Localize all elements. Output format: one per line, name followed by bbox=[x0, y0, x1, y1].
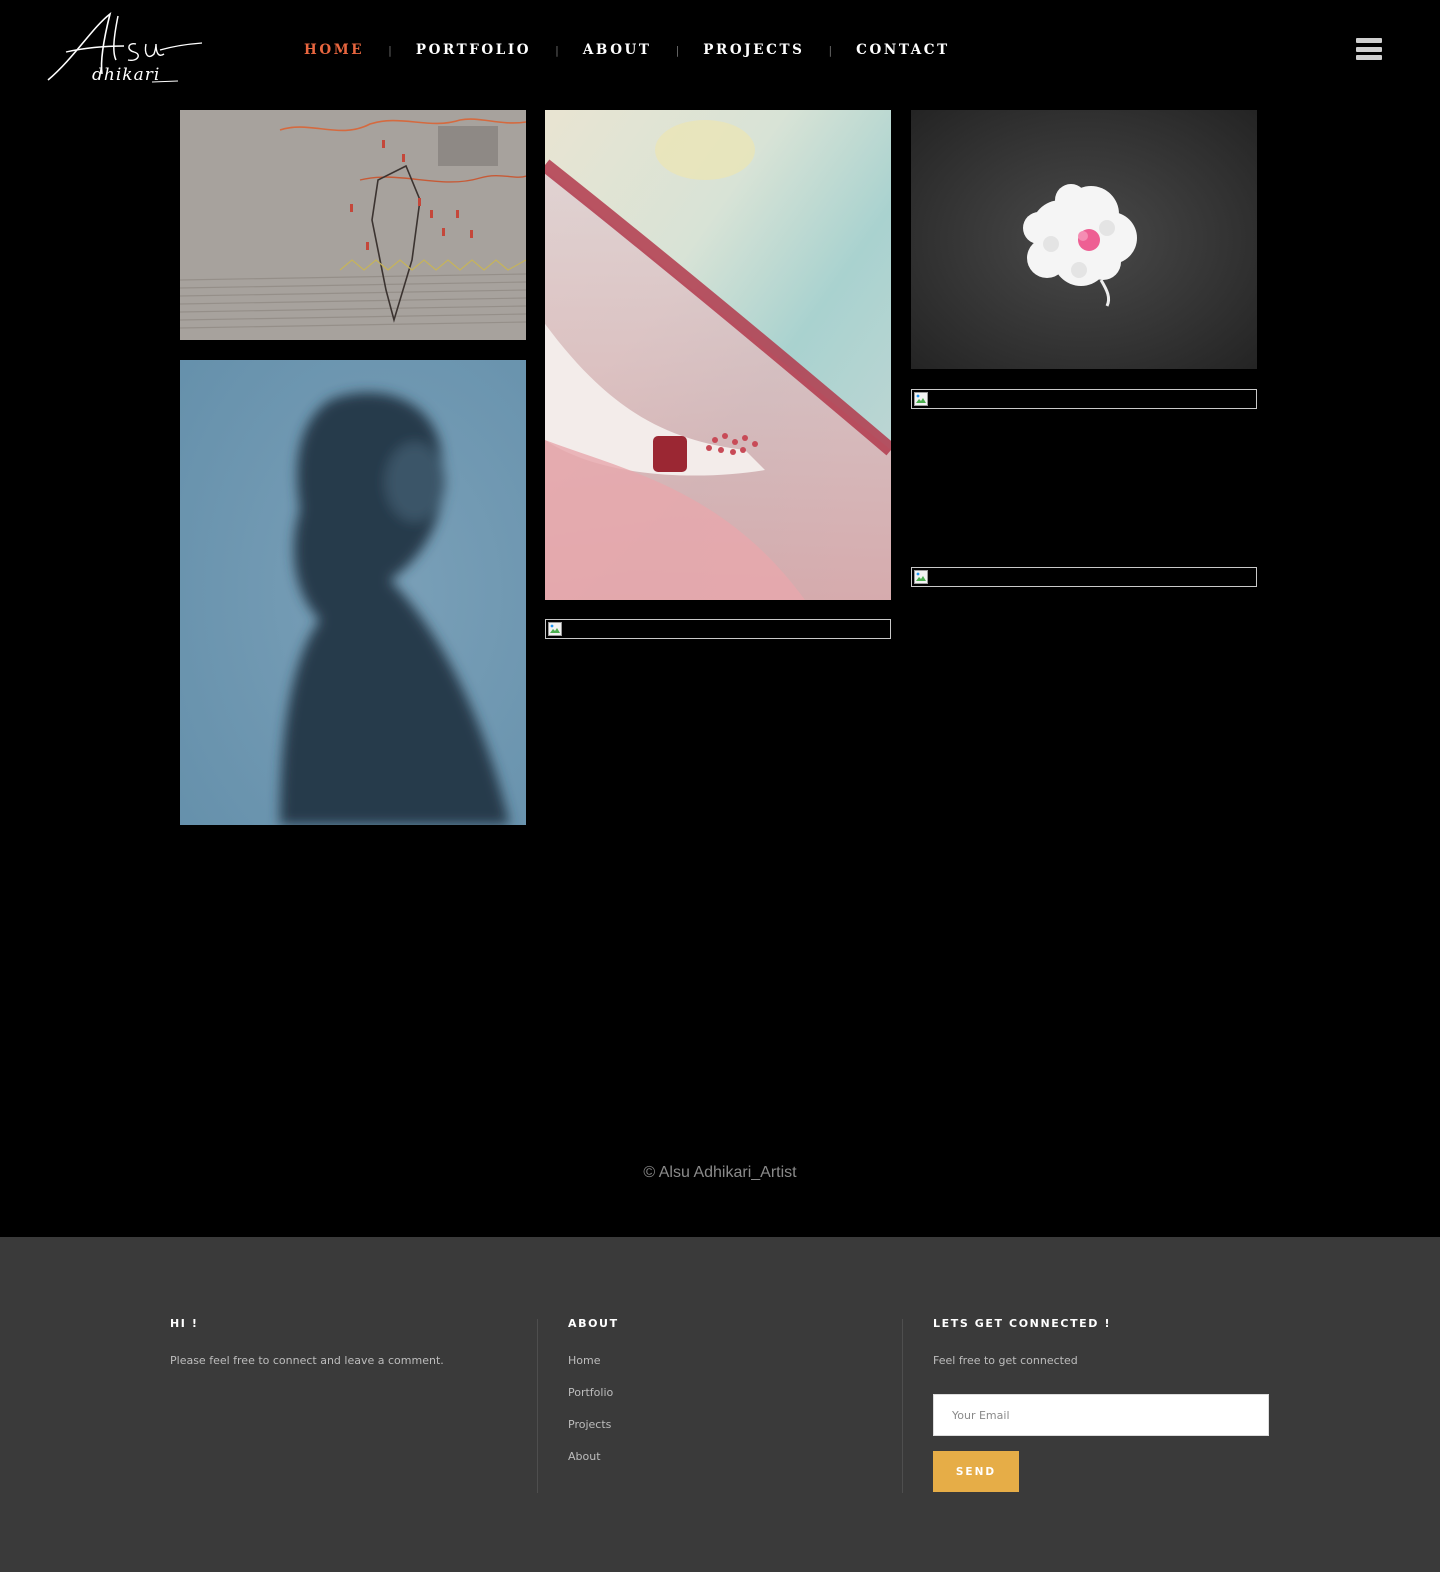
broken-image-icon bbox=[548, 622, 562, 636]
main-nav: HOME | PORTFOLIO | ABOUT | PROJECTS | CO… bbox=[304, 40, 950, 60]
site-footer: HI ! Please feel free to connect and lea… bbox=[0, 1237, 1440, 1572]
broken-image-icon bbox=[914, 570, 928, 584]
nav-about[interactable]: ABOUT bbox=[583, 42, 652, 58]
footer-heading-hi: HI ! bbox=[170, 1317, 199, 1330]
cotton-flower-artwork bbox=[911, 110, 1257, 369]
logo-signature-icon: dhikari bbox=[47, 11, 203, 85]
broken-image-icon bbox=[914, 392, 928, 406]
watercolor-artwork bbox=[545, 110, 891, 600]
portrait-artwork bbox=[180, 360, 526, 825]
footer-divider bbox=[902, 1319, 903, 1493]
footer-link-about[interactable]: About bbox=[568, 1450, 619, 1482]
gallery-image-cotton-flower[interactable] bbox=[911, 110, 1257, 369]
embroidery-artwork bbox=[180, 110, 526, 340]
nav-separator: | bbox=[675, 43, 680, 57]
site-logo[interactable]: dhikari bbox=[44, 8, 204, 88]
footer-column-hi: HI ! Please feel free to connect and lea… bbox=[170, 1317, 444, 1367]
nav-projects[interactable]: PROJECTS bbox=[703, 42, 804, 58]
email-input[interactable] bbox=[933, 1394, 1269, 1436]
footer-heading-about: ABOUT bbox=[568, 1317, 619, 1330]
gallery-image-embroidery[interactable] bbox=[180, 110, 526, 340]
footer-column-connect: LETS GET CONNECTED ! Feel free to get co… bbox=[933, 1317, 1111, 1367]
gallery-image-watercolor[interactable] bbox=[545, 110, 891, 600]
footer-link-projects[interactable]: Projects bbox=[568, 1418, 619, 1450]
footer-hi-text: Please feel free to connect and leave a … bbox=[170, 1354, 444, 1367]
gallery-image-broken[interactable] bbox=[545, 619, 891, 639]
gallery-image-portrait[interactable] bbox=[180, 360, 526, 825]
hamburger-menu-icon[interactable] bbox=[1356, 38, 1382, 60]
nav-separator: | bbox=[388, 43, 392, 57]
footer-divider bbox=[537, 1319, 538, 1493]
nav-portfolio[interactable]: PORTFOLIO bbox=[416, 42, 531, 58]
nav-contact[interactable]: CONTACT bbox=[856, 42, 950, 58]
footer-link-portfolio[interactable]: Portfolio bbox=[568, 1386, 619, 1418]
footer-connect-text: Feel free to get connected bbox=[933, 1354, 1078, 1367]
copyright-text: © Alsu Adhikari_Artist bbox=[643, 1164, 797, 1181]
footer-column-about: ABOUT Home Portfolio Projects About bbox=[568, 1317, 619, 1482]
footer-heading-connect: LETS GET CONNECTED ! bbox=[933, 1317, 1112, 1330]
nav-separator: | bbox=[828, 43, 833, 57]
footer-link-home[interactable]: Home bbox=[568, 1354, 619, 1386]
nav-home[interactable]: HOME bbox=[304, 42, 364, 58]
send-button[interactable]: SEND bbox=[933, 1451, 1019, 1492]
gallery-image-broken[interactable] bbox=[911, 389, 1257, 409]
nav-separator: | bbox=[555, 43, 559, 57]
svg-text:dhikari: dhikari bbox=[92, 65, 160, 85]
gallery-image-broken[interactable] bbox=[911, 567, 1257, 587]
